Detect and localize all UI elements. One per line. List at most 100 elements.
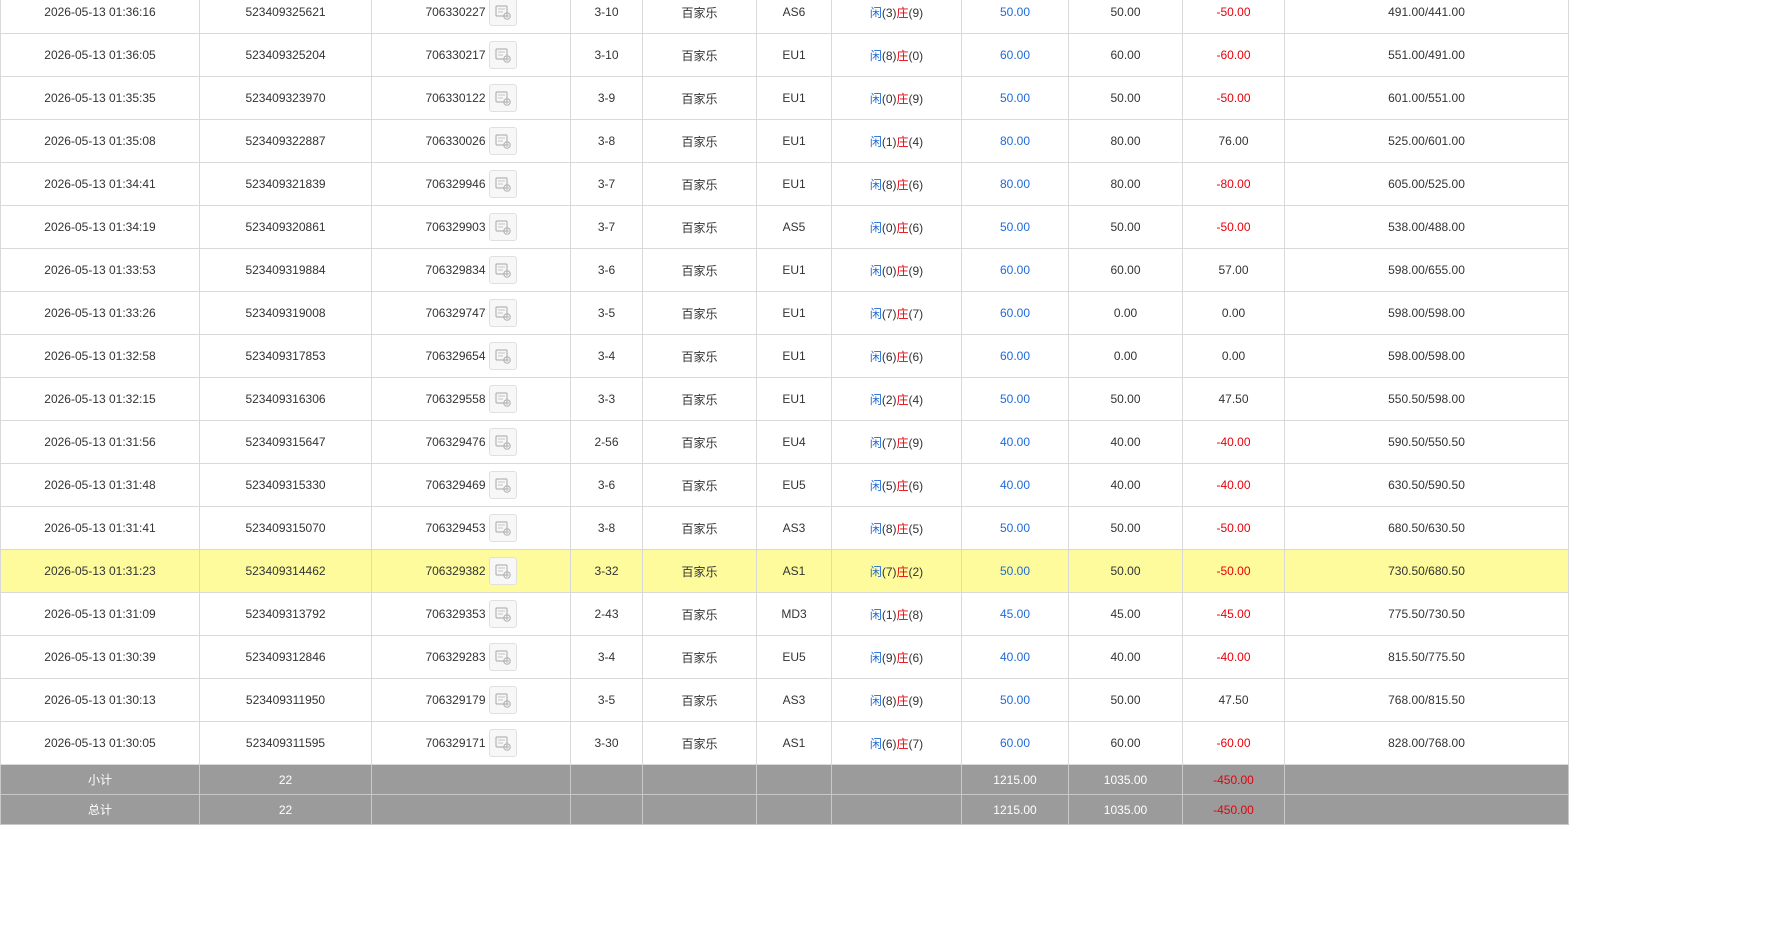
table-row: 2026-05-13 01:34:41 523409321839 706329946… xyxy=(0,162,1569,206)
game-detail-icon[interactable] xyxy=(488,41,517,69)
table-code: AS5 xyxy=(756,205,832,249)
banker-points: (0) xyxy=(908,48,924,63)
game-detail-icon[interactable] xyxy=(488,342,517,370)
game-detail-icon[interactable] xyxy=(488,170,517,198)
order-number: 523409317853 xyxy=(199,334,372,378)
game-number: 706329469 xyxy=(425,478,486,492)
order-number: 523409314462 xyxy=(199,549,372,593)
game-number-cell: 706329558 xyxy=(371,377,571,421)
bet-amount: 45.00 xyxy=(961,592,1069,636)
game-detail-icon[interactable] xyxy=(488,0,517,26)
table-code: AS1 xyxy=(756,721,832,765)
round-number: 3-6 xyxy=(570,248,643,292)
player-points: (1) xyxy=(881,134,897,149)
game-number-cell: 706330122 xyxy=(371,76,571,120)
game-detail-icon[interactable] xyxy=(488,428,517,456)
total-row: 总计 22 1215.00 1035.00 -450.00 xyxy=(0,794,1569,825)
bet-amount: 60.00 xyxy=(961,33,1069,77)
player-label: 闲 xyxy=(869,5,882,20)
player-label: 闲 xyxy=(869,478,882,493)
player-label: 闲 xyxy=(869,435,882,450)
game-detail-icon[interactable] xyxy=(488,471,517,499)
round-number: 3-6 xyxy=(570,463,643,507)
subtotal-label: 小计 xyxy=(0,764,200,795)
valid-bet: 50.00 xyxy=(1068,205,1183,249)
bet-amount: 50.00 xyxy=(961,377,1069,421)
player-points: (7) xyxy=(881,564,897,579)
game-detail-icon[interactable] xyxy=(488,643,517,671)
table-row: 2026-05-13 01:33:53 523409319884 706329834… xyxy=(0,248,1569,292)
game-detail-icon[interactable] xyxy=(488,600,517,628)
bet-amount: 50.00 xyxy=(961,549,1069,593)
order-number: 523409315647 xyxy=(199,420,372,464)
win-loss: -80.00 xyxy=(1182,162,1285,206)
total-count: 22 xyxy=(199,794,372,825)
game-detail-icon[interactable] xyxy=(488,729,517,757)
bet-amount: 60.00 xyxy=(961,291,1069,335)
order-number: 523409311950 xyxy=(199,678,372,722)
game-detail-icon[interactable] xyxy=(488,127,517,155)
bet-amount: 40.00 xyxy=(961,635,1069,679)
table-code: EU1 xyxy=(756,334,832,378)
balance-before-after: 775.50/730.50 xyxy=(1284,592,1569,636)
bet-time: 2026-05-13 01:33:26 xyxy=(0,291,200,335)
game-detail-icon[interactable] xyxy=(488,557,517,585)
player-label: 闲 xyxy=(869,650,882,665)
win-loss: 0.00 xyxy=(1182,334,1285,378)
win-loss: -45.00 xyxy=(1182,592,1285,636)
game-type: 百家乐 xyxy=(642,0,757,34)
banker-label: 庄 xyxy=(896,693,909,708)
balance-before-after: 525.00/601.00 xyxy=(1284,119,1569,163)
game-type: 百家乐 xyxy=(642,291,757,335)
banker-label: 庄 xyxy=(896,349,909,364)
game-number: 706330217 xyxy=(425,48,486,62)
banker-label: 庄 xyxy=(896,392,909,407)
banker-label: 庄 xyxy=(896,263,909,278)
balance-before-after: 550.50/598.00 xyxy=(1284,377,1569,421)
game-number-cell: 706329382 xyxy=(371,549,571,593)
bet-time: 2026-05-13 01:36:05 xyxy=(0,33,200,77)
game-type: 百家乐 xyxy=(642,248,757,292)
game-type: 百家乐 xyxy=(642,463,757,507)
player-points: (5) xyxy=(881,478,897,493)
table-row: 2026-05-13 01:35:35 523409323970 706330122… xyxy=(0,76,1569,120)
round-number: 3-8 xyxy=(570,506,643,550)
player-label: 闲 xyxy=(869,607,882,622)
win-loss: -50.00 xyxy=(1182,76,1285,120)
valid-bet: 50.00 xyxy=(1068,76,1183,120)
win-loss: 76.00 xyxy=(1182,119,1285,163)
player-points: (0) xyxy=(881,91,897,106)
player-points: (1) xyxy=(881,607,897,622)
game-type: 百家乐 xyxy=(642,76,757,120)
game-detail-icon[interactable] xyxy=(488,256,517,284)
game-number: 706330227 xyxy=(425,5,486,19)
game-type: 百家乐 xyxy=(642,205,757,249)
total-valid: 1035.00 xyxy=(1068,794,1183,825)
player-label: 闲 xyxy=(869,263,882,278)
win-loss: 47.50 xyxy=(1182,678,1285,722)
valid-bet: 50.00 xyxy=(1068,506,1183,550)
game-detail-icon[interactable] xyxy=(488,84,517,112)
table-row: 2026-05-13 01:36:16 523409325621 706330227… xyxy=(0,0,1569,34)
game-type: 百家乐 xyxy=(642,162,757,206)
table-row: 2026-05-13 01:35:08 523409322887 706330026… xyxy=(0,119,1569,163)
banker-label: 庄 xyxy=(896,48,909,63)
banker-points: (4) xyxy=(908,392,924,407)
order-number: 523409315070 xyxy=(199,506,372,550)
game-detail-icon[interactable] xyxy=(488,686,517,714)
bet-records-table: 2026-05-13 01:36:16 523409325621 706330227… xyxy=(0,0,1569,825)
valid-bet: 40.00 xyxy=(1068,635,1183,679)
game-detail-icon[interactable] xyxy=(488,299,517,327)
game-number-cell: 706329476 xyxy=(371,420,571,464)
game-detail-icon[interactable] xyxy=(488,385,517,413)
game-result: 闲(3)庄(9) xyxy=(831,0,962,34)
valid-bet: 60.00 xyxy=(1068,33,1183,77)
game-result: 闲(7)庄(9) xyxy=(831,420,962,464)
subtotal-bet: 1215.00 xyxy=(961,764,1069,795)
win-loss: -50.00 xyxy=(1182,506,1285,550)
game-detail-icon[interactable] xyxy=(488,514,517,542)
game-result: 闲(7)庄(7) xyxy=(831,291,962,335)
game-detail-icon[interactable] xyxy=(488,213,517,241)
game-number-cell: 706330026 xyxy=(371,119,571,163)
game-number-cell: 706329469 xyxy=(371,463,571,507)
